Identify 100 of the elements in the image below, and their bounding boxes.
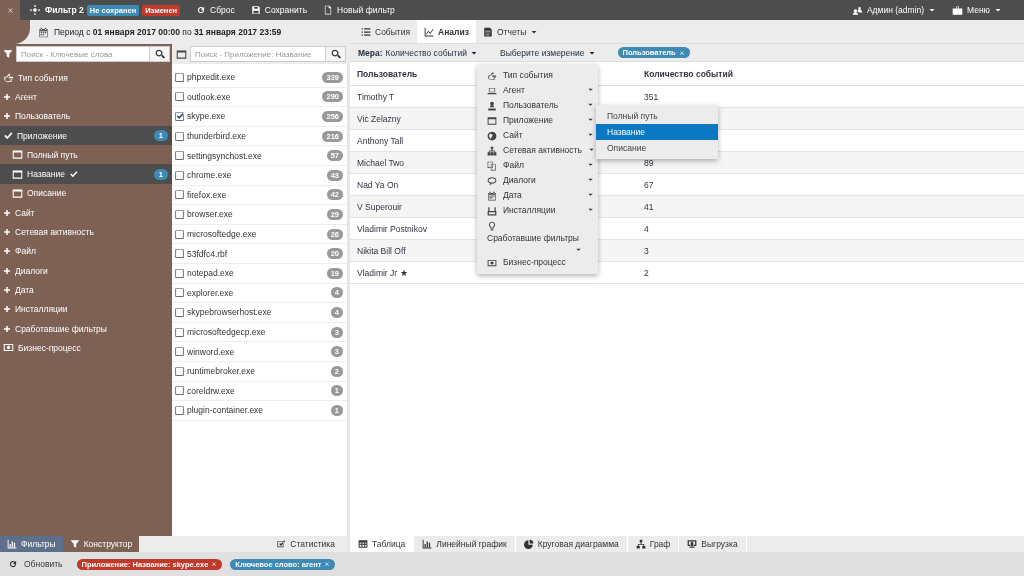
report-icon: [482, 26, 493, 37]
bar-chart-icon: [422, 539, 433, 549]
table-cell-text: Nad Ya On: [356, 179, 399, 190]
lightbulb-icon: [487, 220, 497, 231]
sidebar-item[interactable]: Полный путь: [0, 145, 172, 165]
checkbox[interactable]: [174, 208, 185, 220]
table-cell-text: V Superouir: [356, 201, 402, 212]
checkbox[interactable]: [174, 306, 185, 318]
table-cell-text: Vladimir Jr ★: [356, 267, 408, 278]
table-cell-text: 2: [643, 267, 649, 278]
checkbox[interactable]: [174, 404, 185, 416]
view-tab[interactable]: Отчеты: [475, 20, 546, 43]
table-cell-text: 4: [643, 223, 649, 234]
checkbox[interactable]: [174, 248, 185, 260]
refresh-icon: [8, 559, 18, 569]
sidebar-item[interactable]: Тип события: [0, 68, 172, 88]
menu-item[interactable]: Название: [596, 124, 718, 140]
calendar-icon: [487, 190, 497, 201]
check-icon: [69, 169, 78, 179]
view-tab[interactable]: Анализ: [417, 20, 476, 43]
window-icon: [12, 149, 23, 161]
checkbox[interactable]: [174, 346, 185, 358]
document-icon: [323, 5, 334, 15]
checkbox[interactable]: [174, 130, 185, 142]
search-box[interactable]: Поиск - Приложение: Название: [190, 46, 346, 62]
filter-title: Фильтр 2: [45, 5, 84, 15]
checkbox[interactable]: [174, 267, 185, 279]
export-icon: [687, 539, 698, 549]
hierarchy-icon: [635, 539, 646, 549]
menu-item[interactable]: Сработавшие фильтры: [477, 218, 598, 255]
menu-item[interactable]: Полный путь: [596, 108, 718, 124]
briefcase-icon: [952, 4, 963, 16]
dimension-dropdown[interactable]: Выберите измерение: [500, 47, 596, 58]
table-cell-text: Anthony Tall: [356, 135, 404, 146]
files-icon: [487, 160, 497, 171]
checkbox[interactable]: [174, 150, 185, 162]
column-header[interactable]: Пользователь: [350, 68, 418, 79]
checkbox[interactable]: [174, 91, 185, 103]
refresh-button[interactable]: Обновить: [8, 559, 69, 569]
menu-item[interactable]: Диалоги: [477, 173, 598, 188]
search-button[interactable]: [325, 47, 345, 61]
view-tab[interactable]: Таблица: [350, 536, 415, 552]
table-cell-text: 351: [643, 91, 659, 102]
checkbox[interactable]: [174, 385, 185, 397]
menu-item[interactable]: Описание: [596, 140, 718, 156]
toolbar-button[interactable]: Новый фильтр: [315, 5, 403, 15]
search-box[interactable]: Поиск - Ключевые слова: [16, 46, 170, 62]
line-chart-icon: [424, 26, 435, 37]
table-cell-text: Timothy T: [356, 91, 395, 102]
sidebar-item[interactable]: Агент: [0, 87, 172, 107]
search-button[interactable]: [149, 47, 169, 61]
column-header[interactable]: Количество событий: [637, 68, 733, 79]
checkbox[interactable]: [174, 111, 185, 122]
toolbar-button[interactable]: Сохранить: [242, 5, 316, 15]
checkbox[interactable]: [174, 365, 185, 377]
menu-item[interactable]: Тип события: [477, 68, 598, 83]
checkbox[interactable]: [174, 326, 185, 338]
sidebar-item[interactable]: Диалоги: [0, 260, 172, 281]
menu-item[interactable]: Приложение: [477, 113, 598, 128]
sidebar-item[interactable]: Сработавшие фильтры: [0, 318, 172, 339]
main-menu[interactable]: Меню: [944, 4, 1010, 16]
list-icon: [361, 26, 371, 37]
panel-tab[interactable]: Фильтры: [0, 536, 63, 552]
close-icon: [678, 49, 685, 56]
panel-tab[interactable]: Конструктор: [62, 536, 140, 552]
sidebar-item[interactable]: Файл: [0, 241, 172, 261]
period-text: Период с 01 января 2017 00:00 по 31 января 2017 23:59: [54, 27, 282, 37]
menu-item[interactable]: Файл: [477, 158, 598, 173]
close-icon: [211, 561, 218, 567]
laptop-icon: [487, 85, 497, 96]
menu-item[interactable]: Дата: [477, 188, 598, 203]
sidebar-item[interactable]: Пользователь: [0, 106, 172, 126]
sidebar-item[interactable]: Сетевая активность: [0, 222, 172, 242]
view-tab[interactable]: События: [354, 20, 418, 43]
window-icon: [176, 48, 187, 60]
measure-dropdown[interactable]: Мера: Количество событий: [358, 47, 478, 58]
menu-item[interactable]: Агент: [477, 83, 598, 98]
menu-item[interactable]: Инсталляции: [477, 203, 598, 218]
caret-icon: [928, 6, 936, 14]
chat-icon: [487, 175, 497, 186]
banknote-icon: [487, 257, 497, 268]
sidebar-item[interactable]: Дата: [0, 280, 172, 300]
checkbox[interactable]: [174, 169, 185, 181]
table-icon: [358, 539, 368, 549]
menu-item[interactable]: Сайт: [477, 128, 598, 143]
checkbox[interactable]: [174, 228, 185, 240]
sidebar-item[interactable]: Инсталляции: [0, 299, 172, 319]
toolbar-button[interactable]: Сброс: [188, 5, 243, 15]
checkbox[interactable]: [174, 189, 185, 201]
sidebar-item[interactable]: Бизнес-процесс: [0, 338, 172, 358]
checkbox[interactable]: [174, 71, 185, 83]
window-icon: [12, 187, 23, 199]
user-menu[interactable]: Админ (admin): [843, 4, 944, 16]
bar-chart-icon: [7, 539, 17, 549]
sidebar-item[interactable]: Сайт: [0, 203, 172, 223]
banknote-icon: [3, 342, 14, 354]
checkbox[interactable]: [174, 287, 185, 299]
sidebar-item[interactable]: Описание: [0, 183, 172, 204]
menu-item[interactable]: Бизнес-процесс: [477, 255, 598, 270]
table-cell-text: 67: [643, 179, 654, 190]
